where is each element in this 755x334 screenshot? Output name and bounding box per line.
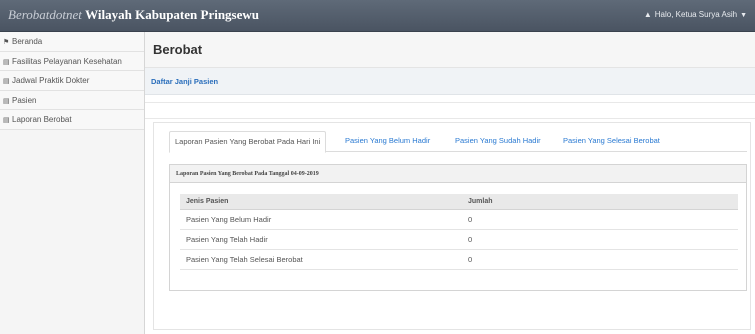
- sidebar-item-label: Laporan Berobat: [12, 115, 72, 124]
- brand-region: Wilayah Kabupaten Pringsewu: [85, 7, 260, 22]
- document-icon: ▤: [3, 97, 10, 105]
- document-icon: ▤: [3, 78, 10, 85]
- sidebar-item-fasilitas[interactable]: ▤ Fasilitas Pelayanan Kesehatan: [0, 51, 144, 71]
- top-navbar: Berobatdotnet Wilayah Kabupaten Pringsew…: [0, 0, 755, 32]
- toolbar-strip: [145, 102, 755, 119]
- sidebar-item-beranda[interactable]: ⚑ Beranda: [0, 32, 144, 52]
- row-count: 0: [462, 229, 738, 250]
- main-content: Berobat Daftar Janji Pasien Laporan Pasi…: [145, 32, 755, 334]
- table-row: Pasien Yang Telah Hadir 0: [180, 229, 738, 250]
- column-header-jumlah: Jumlah: [462, 194, 738, 210]
- row-count: 0: [462, 249, 738, 270]
- table-row: Pasien Yang Belum Hadir 0: [180, 209, 738, 230]
- tab-bar: Laporan Pasien Yang Berobat Pada Hari In…: [169, 131, 747, 153]
- table-row: Pasien Yang Telah Selesai Berobat 0: [180, 249, 738, 270]
- sidebar: ⚑ Beranda ▤ Fasilitas Pelayanan Kesehatan …: [0, 32, 145, 334]
- document-icon: ▤: [3, 58, 10, 66]
- tab-sudah-hadir[interactable]: Pasien Yang Sudah Hadir: [450, 131, 546, 152]
- tab-selesai-berobat[interactable]: Pasien Yang Selesai Berobat: [558, 131, 665, 152]
- sidebar-item-label: Jadwal Praktik Dokter: [12, 76, 90, 85]
- brand[interactable]: Berobatdotnet Wilayah Kabupaten Pringsew…: [8, 7, 259, 23]
- page-header: Berobat: [145, 32, 755, 68]
- tab-belum-hadir[interactable]: Pasien Yang Belum Hadir: [340, 131, 435, 152]
- report-box: Laporan Pasien Yang Berobat Pada Tanggal…: [169, 164, 747, 291]
- row-label: Pasien Yang Telah Hadir: [180, 229, 462, 250]
- page-title: Berobat: [153, 42, 203, 57]
- sidebar-item-laporan[interactable]: ▤ Laporan Berobat: [0, 110, 144, 130]
- brand-name: Berobatdotnet: [8, 7, 82, 22]
- row-count: 0: [462, 209, 738, 230]
- report-panel: Laporan Pasien Yang Berobat Pada Hari In…: [153, 122, 751, 330]
- sidebar-item-label: Pasien: [12, 95, 37, 105]
- sidebar-item-pasien[interactable]: ▤ Pasien: [0, 90, 144, 110]
- report-heading: Laporan Pasien Yang Berobat Pada Tanggal…: [170, 165, 746, 183]
- caret-down-icon: ▼: [740, 12, 747, 19]
- home-icon: ⚑: [3, 39, 10, 46]
- document-icon: ▤: [3, 117, 10, 124]
- breadcrumb: Daftar Janji Pasien: [145, 68, 755, 95]
- row-label: Pasien Yang Telah Selesai Berobat: [180, 249, 462, 270]
- sidebar-item-label: Beranda: [12, 37, 43, 46]
- user-greeting: Halo, Ketua Surya Asih: [654, 10, 738, 19]
- column-header-jenis-pasien: Jenis Pasien: [180, 194, 462, 210]
- table-header-row: Jenis Pasien Jumlah: [180, 194, 738, 210]
- row-label: Pasien Yang Belum Hadir: [180, 209, 462, 230]
- report-table: Jenis Pasien Jumlah Pasien Yang Belum Ha…: [180, 194, 738, 270]
- tab-laporan-hari-ini[interactable]: Laporan Pasien Yang Berobat Pada Hari In…: [169, 131, 327, 153]
- user-menu[interactable]: ▲ Halo, Ketua Surya Asih ▼: [644, 10, 747, 19]
- sidebar-item-jadwal[interactable]: ▤ Jadwal Praktik Dokter: [0, 71, 144, 91]
- daftar-janji-pasien-link[interactable]: Daftar Janji Pasien: [151, 77, 218, 86]
- sidebar-item-label: Fasilitas Pelayanan Kesehatan: [12, 56, 122, 66]
- user-icon: ▲: [643, 10, 652, 19]
